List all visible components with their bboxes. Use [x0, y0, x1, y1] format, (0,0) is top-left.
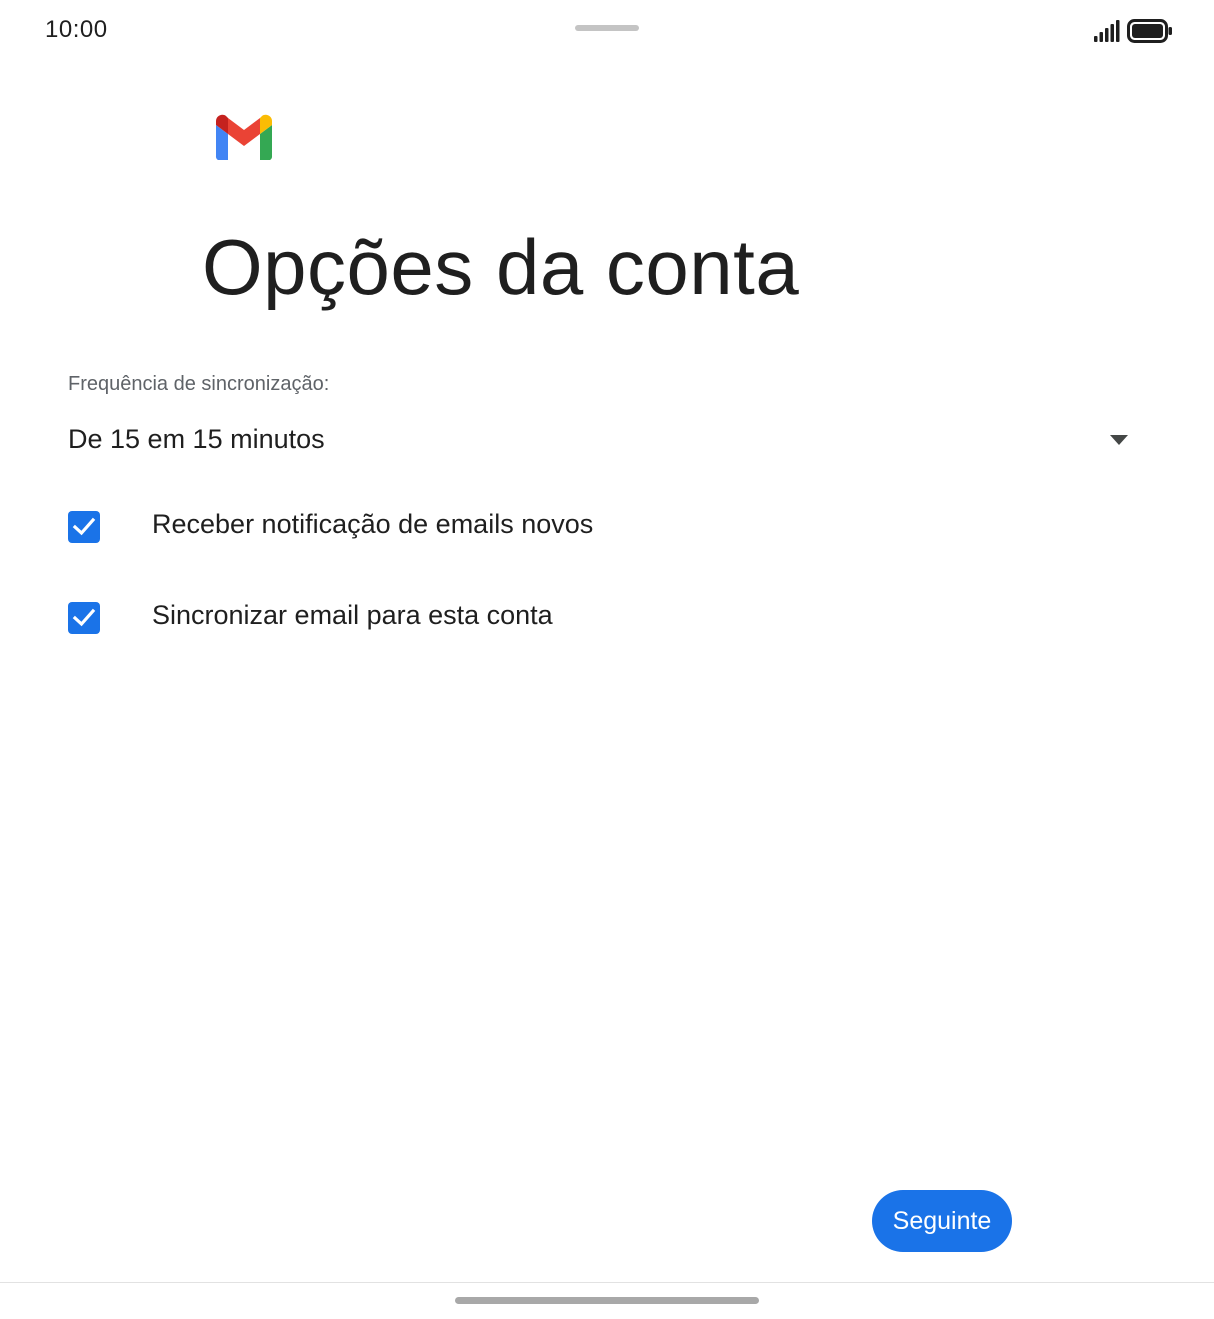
- notify-new-emails-option[interactable]: Receber notificação de emails novos: [68, 507, 968, 547]
- home-indicator[interactable]: [455, 1297, 759, 1304]
- account-options-screen: 10:00 Opções da conta Frequência de sinc…: [0, 0, 1214, 1319]
- status-time: 10:00: [45, 16, 108, 43]
- checkmark-icon: [72, 608, 96, 627]
- sync-email-option[interactable]: Sincronizar email para esta conta: [68, 598, 968, 638]
- sync-frequency-label: Frequência de sincronização:: [68, 373, 330, 395]
- sync-frequency-value: De 15 em 15 minutos: [68, 424, 325, 454]
- sync-email-checkbox[interactable]: [68, 602, 100, 634]
- gmail-logo-icon: [215, 114, 273, 160]
- notify-new-emails-label: Receber notificação de emails novos: [152, 509, 594, 539]
- notify-new-emails-checkbox[interactable]: [68, 511, 100, 543]
- next-button[interactable]: Seguinte: [872, 1190, 1012, 1252]
- chevron-down-icon: [1110, 435, 1128, 445]
- sync-frequency-dropdown[interactable]: De 15 em 15 minutos: [68, 418, 1140, 464]
- page-title: Opções da conta: [202, 223, 800, 311]
- nav-divider: [0, 1282, 1214, 1283]
- top-drag-handle: [575, 25, 639, 31]
- signal-icon: [1094, 20, 1120, 42]
- checkmark-icon: [72, 517, 96, 536]
- battery-icon: [1127, 19, 1172, 43]
- status-bar: 10:00: [0, 0, 1214, 62]
- sync-email-label: Sincronizar email para esta conta: [152, 600, 553, 630]
